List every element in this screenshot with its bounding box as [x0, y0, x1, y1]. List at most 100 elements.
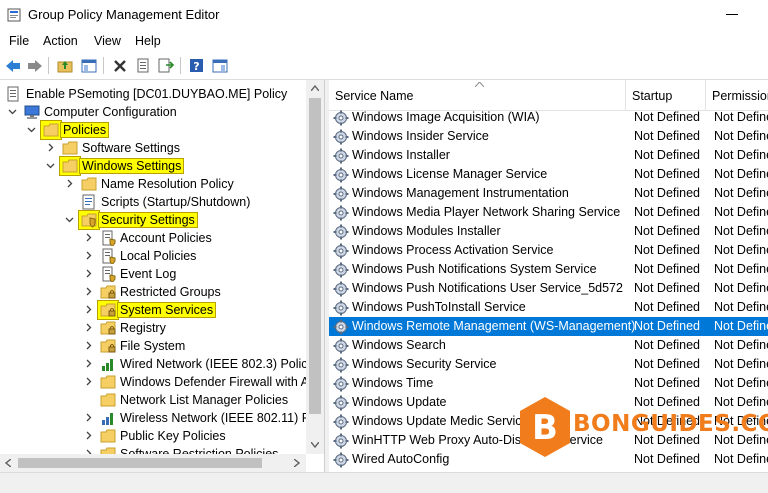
delete-icon[interactable]: [110, 56, 129, 75]
show-hide-tree-icon[interactable]: [79, 56, 98, 75]
back-arrow-icon[interactable]: [3, 56, 22, 75]
service-name-cell: Windows Remote Management (WS-Management…: [352, 319, 636, 333]
help-icon[interactable]: ?: [187, 56, 206, 75]
chevron-down-icon[interactable]: [65, 215, 74, 224]
service-row[interactable]: Windows PushToInstall Service Not Defined…: [329, 298, 768, 317]
service-row[interactable]: Windows Media Player Network Sharing Ser…: [329, 203, 768, 222]
tree-item[interactable]: Wireless Network (IEEE 802.11) Polic: [0, 409, 324, 427]
service-permission-cell: Not Defined: [714, 395, 768, 409]
service-row[interactable]: Windows Modules Installer Not Defined Not …: [329, 222, 768, 241]
scroll-up-arrow-icon[interactable]: [311, 85, 319, 91]
service-gear-icon: [333, 110, 349, 126]
service-gear-icon: [333, 357, 349, 373]
chevron-down-icon[interactable]: [8, 107, 17, 116]
chevron-right-icon[interactable]: [84, 341, 93, 350]
chevron-right-icon[interactable]: [65, 179, 74, 188]
service-permission-cell: Not Defined: [714, 167, 768, 181]
service-row[interactable]: Windows Push Notifications System Servic…: [329, 260, 768, 279]
service-row[interactable]: Windows Image Acquisition (WIA) Not Defin…: [329, 108, 768, 127]
service-startup-cell: Not Defined: [634, 338, 701, 352]
service-row[interactable]: Windows Security Service Not Defined Not D…: [329, 355, 768, 374]
show-action-pane-icon[interactable]: [210, 56, 229, 75]
chevron-right-icon[interactable]: [84, 233, 93, 242]
tree-item[interactable]: Computer Configuration: [0, 103, 306, 121]
scroll-down-arrow-icon[interactable]: [311, 442, 319, 448]
tree-horizontal-scrollbar[interactable]: [0, 454, 306, 472]
service-gear-icon: [333, 224, 349, 240]
service-row-selected[interactable]: Windows Remote Management (WS-Management…: [329, 317, 768, 336]
window-title: Group Policy Management Editor: [28, 7, 220, 22]
scroll-left-arrow-icon[interactable]: [5, 459, 11, 467]
tree-item-label: Registry: [120, 321, 166, 335]
chevron-right-icon[interactable]: [84, 287, 93, 296]
tree-item-label: Software Settings: [82, 141, 180, 155]
tree-item[interactable]: Wired Network (IEEE 802.3) Policies: [0, 355, 324, 373]
chevron-right-icon[interactable]: [84, 323, 93, 332]
service-permission-cell: Not Defined: [714, 148, 768, 162]
chevron-right-icon[interactable]: [84, 377, 93, 386]
chevron-down-icon[interactable]: [27, 125, 36, 134]
tree-item[interactable]: File System: [0, 337, 306, 355]
export-list-icon[interactable]: [156, 56, 175, 75]
properties-icon[interactable]: [133, 56, 152, 75]
service-permission-cell: Not Defined: [714, 186, 768, 200]
service-row[interactable]: Windows Time Not Defined Not Defined: [329, 374, 768, 393]
tree-item[interactable]: Software Settings: [0, 139, 306, 157]
tree-item[interactable]: System Services: [0, 300, 306, 320]
service-name-cell: Windows Search: [352, 338, 446, 352]
tree-item[interactable]: Policies: [0, 120, 306, 140]
forward-arrow-icon[interactable]: [25, 56, 44, 75]
chevron-down-icon[interactable]: [46, 161, 55, 170]
scroll-right-arrow-icon[interactable]: [294, 459, 300, 467]
tree-item[interactable]: Security Settings: [0, 210, 306, 230]
tree-item-label: Windows Defender Firewall with Ad: [120, 375, 316, 389]
service-row[interactable]: Windows Installer Not Defined Not Defined: [329, 146, 768, 165]
tree-item[interactable]: Registry: [0, 319, 306, 337]
service-row[interactable]: Windows Process Activation Service Not De…: [329, 241, 768, 260]
tree-item[interactable]: Windows Defender Firewall with Ad: [0, 373, 316, 391]
column-header-permission[interactable]: Permission: [706, 80, 768, 111]
tree-hscroll-thumb[interactable]: [18, 458, 262, 468]
chevron-right-icon[interactable]: [84, 305, 93, 314]
folder-icon: [62, 141, 78, 155]
tree-item[interactable]: Enable PSemoting [DC01.DUYBAO.ME] Policy: [0, 85, 306, 103]
chevron-right-icon[interactable]: [84, 251, 93, 260]
folder-icon: [62, 159, 78, 173]
menu-file[interactable]: File: [9, 34, 29, 48]
column-label-startup: Startup: [632, 89, 673, 103]
tree-item[interactable]: Name Resolution Policy: [0, 175, 306, 193]
tree-item[interactable]: Windows Settings: [0, 156, 306, 176]
tree-item-label: Account Policies: [120, 231, 212, 245]
chevron-right-icon[interactable]: [84, 431, 93, 440]
chevron-right-icon[interactable]: [84, 359, 93, 368]
policy-book-icon: [102, 266, 116, 282]
tree-item[interactable]: Scripts (Startup/Shutdown): [0, 193, 306, 211]
tree-item[interactable]: Event Log: [0, 265, 306, 283]
menu-action[interactable]: Action: [43, 34, 78, 48]
computer-icon: [24, 105, 40, 119]
service-name-cell: Windows Update: [352, 395, 447, 409]
menu-help[interactable]: Help: [135, 34, 161, 48]
tree-vscroll-thumb[interactable]: [309, 98, 321, 414]
column-header-service-name[interactable]: Service Name: [329, 80, 626, 111]
tree-item[interactable]: Restricted Groups: [0, 283, 306, 301]
column-header-startup[interactable]: Startup: [626, 80, 706, 111]
up-folder-icon[interactable]: [55, 56, 74, 75]
tree-item[interactable]: Local Policies: [0, 247, 306, 265]
tree-item[interactable]: Account Policies: [0, 229, 306, 247]
service-row[interactable]: Windows License Manager Service Not Defin…: [329, 165, 768, 184]
service-row[interactable]: Windows Management Instrumentation Not De…: [329, 184, 768, 203]
menu-view[interactable]: View: [94, 34, 121, 48]
service-row[interactable]: Windows Search Not Defined Not Defined: [329, 336, 768, 355]
chevron-right-icon[interactable]: [84, 269, 93, 278]
tree-vertical-scrollbar[interactable]: [306, 80, 324, 454]
service-row[interactable]: Windows Push Notifications User Service_…: [329, 279, 768, 298]
chevron-right-icon[interactable]: [84, 413, 93, 422]
minimize-button[interactable]: [726, 14, 738, 15]
service-permission-cell: Not Defined: [714, 262, 768, 276]
service-row[interactable]: Windows Insider Service Not Defined Not De…: [329, 127, 768, 146]
service-gear-icon: [333, 186, 349, 202]
tree-item[interactable]: Public Key Policies: [0, 427, 306, 445]
tree-item[interactable]: Network List Manager Policies: [0, 391, 306, 409]
chevron-right-icon[interactable]: [46, 143, 55, 152]
